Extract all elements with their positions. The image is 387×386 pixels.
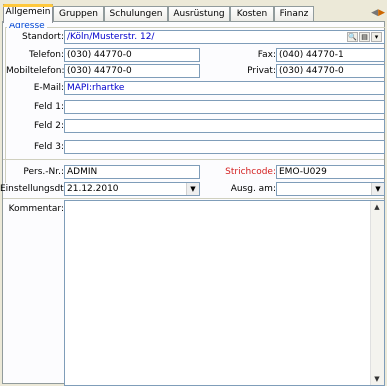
tab-label: Finanz	[279, 9, 309, 19]
divider	[3, 198, 384, 199]
persnr-field[interactable]: ADMIN	[64, 165, 200, 179]
tab-scroll-arrows[interactable]: ◀▶	[371, 8, 385, 18]
feld3-label: Feld 3:	[33, 142, 64, 152]
kommentar-label: Kommentar:	[8, 204, 64, 214]
feld2-label: Feld 2:	[33, 121, 64, 131]
tab-label: Allgemein	[5, 7, 51, 17]
ausg-am-label: Ausg. am:	[230, 184, 276, 194]
feld1-field[interactable]	[64, 100, 385, 114]
persnr-label: Pers.-Nr.:	[23, 167, 64, 177]
tab-ausruestung[interactable]: Ausrüstung	[168, 6, 230, 22]
scroll-down-icon[interactable]: ▼	[371, 373, 383, 385]
tab-finanz[interactable]: Finanz	[274, 6, 314, 22]
tab-bar: Allgemein Gruppen Schulungen Ausrüstung …	[0, 0, 387, 23]
tab-scroll-right-icon[interactable]: ▶	[378, 8, 385, 18]
tab-gruppen[interactable]: Gruppen	[53, 6, 104, 22]
einstellungsdatum-value: 21.12.2010	[67, 184, 119, 194]
scroll-up-icon[interactable]: ▲	[371, 201, 383, 213]
email-label: E-Mail:	[33, 83, 64, 93]
search-icon[interactable]: 🔍	[347, 32, 358, 42]
feld3-field[interactable]	[64, 140, 385, 154]
tab-label: Kosten	[236, 9, 268, 19]
fax-label: Fax:	[257, 50, 276, 60]
kommentar-textarea[interactable]: ▲ ▼	[64, 200, 385, 386]
ausg-am-field[interactable]: ▼	[276, 182, 385, 196]
einstellungsdatum-field[interactable]: 21.12.2010 ▼	[64, 182, 200, 196]
strichcode-field[interactable]: EMO-U029	[276, 165, 385, 179]
telefon-label: Telefon:	[29, 50, 64, 60]
mobiltelefon-label: Mobiltelefon:	[6, 66, 65, 76]
tab-label: Ausrüstung	[173, 9, 225, 19]
mobiltelefon-field[interactable]: (030) 44770-0	[64, 64, 200, 78]
tab-label: Schulungen	[109, 9, 163, 19]
tab-schulungen[interactable]: Schulungen	[104, 6, 168, 22]
tab-label: Gruppen	[58, 9, 99, 19]
standort-label: Standort:	[22, 32, 64, 42]
privat-label: Privat:	[247, 66, 276, 76]
group-border	[5, 27, 385, 28]
fax-field[interactable]: (040) 44770-1	[276, 48, 385, 62]
chevron-down-icon[interactable]: ▼	[371, 183, 384, 195]
standort-value: /Köln/Musterstr. 12/	[67, 32, 155, 42]
telefon-field[interactable]: (030) 44770-0	[64, 48, 200, 62]
strichcode-label: Strichcode:	[225, 167, 276, 177]
tab-allgemein[interactable]: Allgemein	[3, 4, 53, 23]
divider	[3, 159, 384, 160]
chevron-down-icon[interactable]: ▾	[371, 32, 382, 42]
standort-field[interactable]: /Köln/Musterstr. 12/ 🔍 ▤ ▾	[64, 30, 385, 44]
tab-kosten[interactable]: Kosten	[230, 6, 274, 22]
chevron-down-icon[interactable]: ▼	[186, 183, 199, 195]
feld1-label: Feld 1:	[33, 102, 64, 112]
einstellungsdatum-label: Einstellungsdt.:	[0, 184, 70, 194]
feld2-field[interactable]	[64, 119, 385, 133]
kommentar-scrollbar[interactable]: ▲ ▼	[370, 201, 384, 385]
email-field[interactable]: MAPI:rhartke	[64, 81, 385, 95]
details-icon[interactable]: ▤	[359, 32, 370, 42]
privat-field[interactable]: (030) 44770-0	[276, 64, 385, 78]
